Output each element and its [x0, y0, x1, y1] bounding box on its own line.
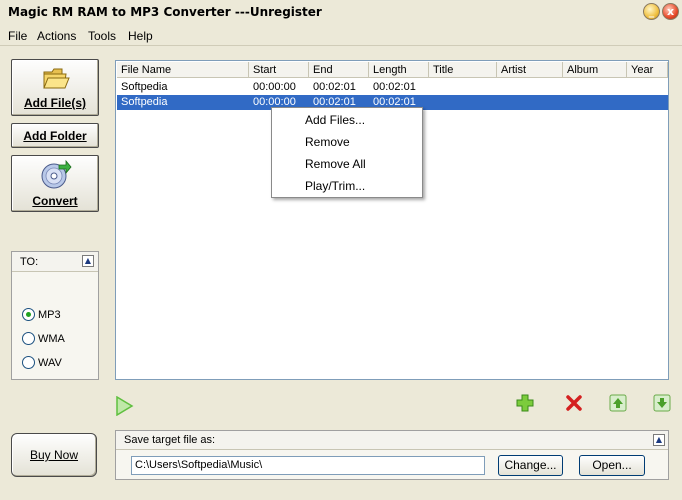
row-start: 00:00:00 [253, 81, 296, 93]
table-row[interactable]: Softpedia 00:00:00 00:02:01 00:02:01 [117, 80, 668, 95]
menu-bar: File Actions Tools Help [0, 25, 682, 46]
menu-file[interactable]: File [8, 29, 27, 43]
add-files-button[interactable]: Add File(s) [11, 59, 99, 116]
save-target-header: Save target file as: ▲ [116, 431, 668, 450]
column-file-name[interactable]: File Name [117, 62, 249, 78]
title-bar: Magic RM RAM to MP3 Converter ---Unregis… [0, 0, 682, 24]
move-down-icon[interactable] [653, 394, 671, 412]
wav-radio[interactable] [22, 356, 35, 369]
output-format-panel: TO: ▲ MP3 WMA WAV [11, 251, 99, 380]
column-album[interactable]: Album [563, 62, 627, 78]
move-up-icon[interactable] [609, 394, 627, 412]
column-title[interactable]: Title [429, 62, 497, 78]
add-folder-label: Add Folder [23, 129, 87, 143]
close-button[interactable]: x [662, 3, 679, 20]
menu-tools[interactable]: Tools [88, 29, 116, 43]
wma-radio[interactable] [22, 332, 35, 345]
collapse-up-icon[interactable]: ▲ [82, 255, 94, 267]
convert-button[interactable]: Convert [11, 155, 99, 212]
save-target-panel: Save target file as: ▲ C:\Users\Softpedi… [115, 430, 669, 480]
mp3-label: MP3 [38, 309, 61, 321]
change-button[interactable]: Change... [498, 455, 563, 476]
row-end: 00:02:01 [313, 81, 356, 93]
buy-now-button[interactable]: Buy Now [11, 433, 97, 477]
column-end[interactable]: End [309, 62, 369, 78]
convert-cd-icon [41, 159, 72, 189]
remove-icon[interactable] [565, 394, 583, 412]
context-remove-all[interactable]: Remove All [305, 157, 366, 171]
column-year[interactable]: Year [627, 62, 668, 78]
save-target-title: Save target file as: [124, 434, 216, 446]
close-icon: x [666, 5, 675, 18]
add-folder-button[interactable]: Add Folder [11, 123, 99, 148]
context-play-trim[interactable]: Play/Trim... [305, 179, 365, 193]
add-icon[interactable] [516, 394, 534, 412]
menu-help[interactable]: Help [128, 29, 153, 43]
row-file-name: Softpedia [121, 81, 168, 93]
minimize-icon: _ [648, 5, 655, 18]
window-title: Magic RM RAM to MP3 Converter ---Unregis… [8, 5, 322, 19]
wav-label: WAV [38, 357, 62, 369]
radio-selected-dot [26, 312, 31, 317]
play-icon[interactable] [114, 396, 134, 416]
column-start[interactable]: Start [249, 62, 309, 78]
convert-label: Convert [32, 194, 78, 208]
folder-icon [43, 68, 70, 89]
output-format-header: TO: ▲ [12, 252, 98, 272]
row-file-name: Softpedia [121, 96, 168, 108]
minimize-button[interactable]: _ [643, 3, 660, 20]
column-length[interactable]: Length [369, 62, 429, 78]
context-add-files[interactable]: Add Files... [305, 113, 365, 127]
buy-now-label: Buy Now [29, 448, 79, 462]
file-list-header: File Name Start End Length Title Artist … [117, 62, 668, 78]
save-path-input[interactable]: C:\Users\Softpedia\Music\ [131, 456, 485, 475]
add-files-label: Add File(s) [24, 96, 86, 110]
context-remove[interactable]: Remove [305, 135, 350, 149]
wma-label: WMA [38, 333, 65, 345]
row-length: 00:02:01 [373, 81, 416, 93]
collapse-up-icon[interactable]: ▲ [653, 434, 665, 446]
column-artist[interactable]: Artist [497, 62, 563, 78]
output-format-title: TO: [20, 256, 39, 268]
context-menu: Add Files... Remove Remove All Play/Trim… [271, 107, 423, 198]
menu-actions[interactable]: Actions [37, 29, 76, 43]
mp3-radio[interactable] [22, 308, 35, 321]
open-button[interactable]: Open... [579, 455, 645, 476]
